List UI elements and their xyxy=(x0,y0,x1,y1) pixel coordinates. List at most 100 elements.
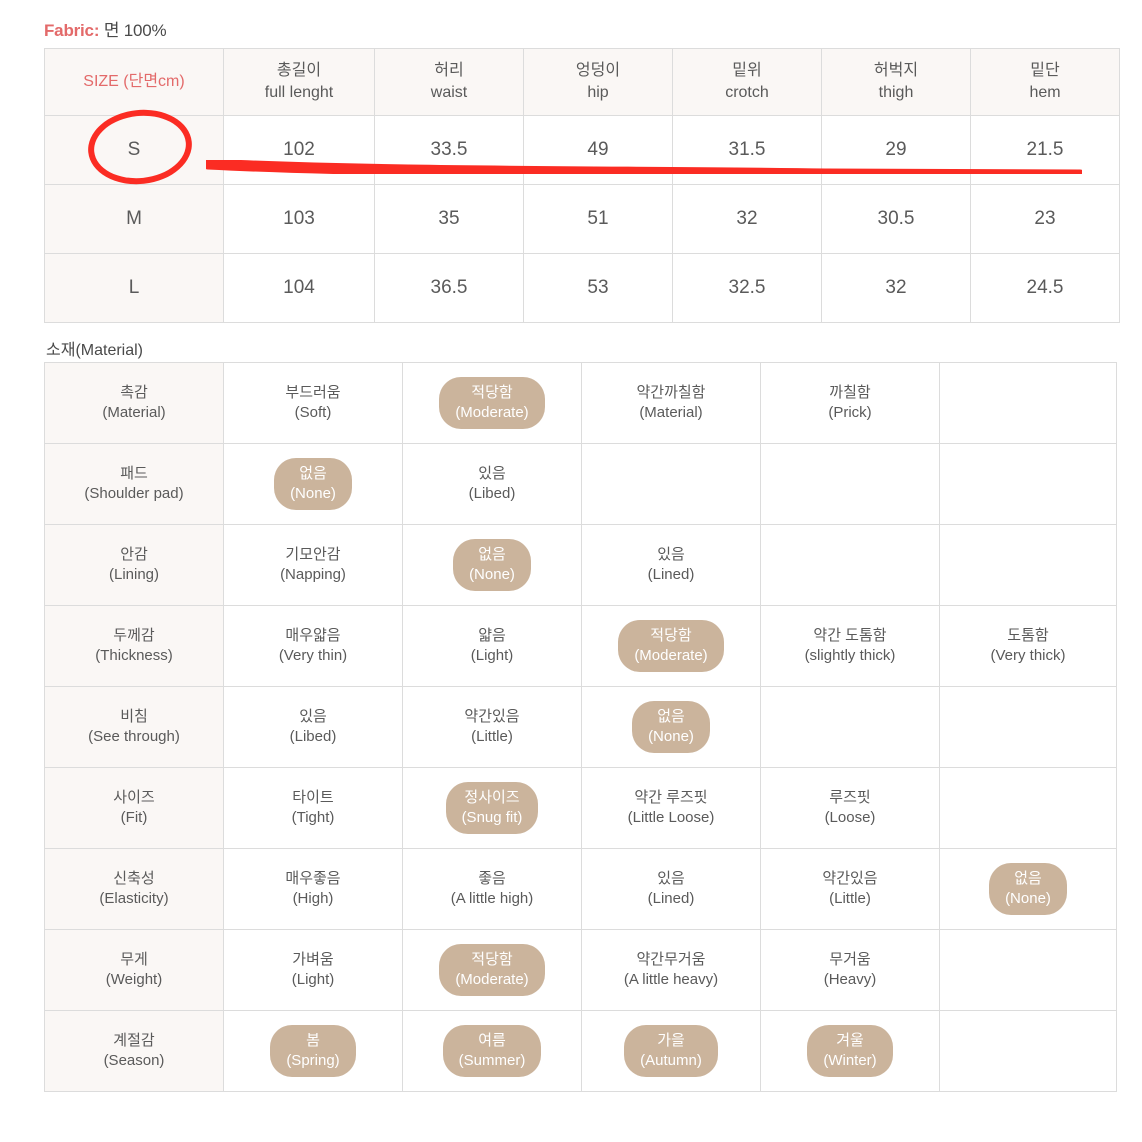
material-option-cell[interactable]: 없음 (None) xyxy=(581,686,761,768)
size-table-head: SIZE (단면cm) 총길이 full lenght 허리 waist 엉덩이… xyxy=(44,48,1120,116)
material-option-selected[interactable]: 없음 (None) xyxy=(989,863,1067,915)
material-option-selected[interactable]: 겨울 (Winter) xyxy=(807,1025,893,1077)
material-option[interactable]: 약간까칠함 (Material) xyxy=(620,377,721,429)
material-option-cell[interactable]: 없음 (None) xyxy=(939,848,1117,930)
material-option-en: (Little) xyxy=(829,890,871,907)
material-option-cell[interactable] xyxy=(939,767,1117,849)
material-option-selected[interactable]: 적당함 (Moderate) xyxy=(439,377,545,429)
material-option-cell[interactable]: 없음 (None) xyxy=(402,524,582,606)
size-header-crotch-kr: 밑위 xyxy=(732,62,762,80)
material-option-cell[interactable]: 약간있음 (Little) xyxy=(760,848,940,930)
material-option[interactable]: 무거움 (Heavy) xyxy=(808,944,893,996)
material-option-cell[interactable] xyxy=(939,524,1117,606)
material-option[interactable]: 있음 (Lined) xyxy=(632,539,711,591)
size-s-full-length: 102 xyxy=(223,115,375,185)
material-option-cell[interactable]: 있음 (Lined) xyxy=(581,524,761,606)
material-table-body: 촉감 (Material) 부드러움 (Soft) 적당함 (Moderate) 약간까칠함… xyxy=(44,362,1117,1092)
material-option[interactable]: 약간무거움 (A little heavy) xyxy=(608,944,734,996)
material-option-cell[interactable] xyxy=(760,686,940,768)
material-option-cell[interactable]: 타이트 (Tight) xyxy=(223,767,403,849)
material-option[interactable]: 도톰함 (Very thick) xyxy=(974,620,1081,672)
material-option[interactable]: 매우얇음 (Very thin) xyxy=(263,620,363,672)
material-option[interactable]: 타이트 (Tight) xyxy=(276,782,351,834)
material-option-cell[interactable]: 겨울 (Winter) xyxy=(760,1010,940,1092)
material-option-selected[interactable]: 없음 (None) xyxy=(453,539,531,591)
material-option-cell[interactable] xyxy=(939,443,1117,525)
material-option[interactable]: 기모안감 (Napping) xyxy=(264,539,362,591)
material-option[interactable]: 얇음 (Light) xyxy=(455,620,530,672)
material-option-cell[interactable]: 도톰함 (Very thick) xyxy=(939,605,1117,687)
material-option-selected[interactable]: 적당함 (Moderate) xyxy=(439,944,545,996)
material-option-selected[interactable]: 가을 (Autumn) xyxy=(624,1025,718,1077)
material-option-cell[interactable]: 가을 (Autumn) xyxy=(581,1010,761,1092)
material-option[interactable]: 있음 (Libed) xyxy=(274,701,353,753)
material-option-selected[interactable]: 정사이즈 (Snug fit) xyxy=(445,782,539,834)
material-option-selected[interactable]: 적당함 (Moderate) xyxy=(618,620,724,672)
size-row-label-m: M xyxy=(44,184,224,254)
material-row-label: 무게 (Weight) xyxy=(44,929,224,1011)
material-option-cell[interactable]: 까칠함 (Prick) xyxy=(760,362,940,444)
material-option-selected[interactable]: 봄 (Spring) xyxy=(270,1025,356,1077)
material-option-cell[interactable]: 있음 (Lined) xyxy=(581,848,761,930)
material-option-kr: 약간 루즈핏 xyxy=(634,789,708,807)
material-option[interactable]: 루즈핏 (Loose) xyxy=(809,782,892,834)
material-option-cell[interactable] xyxy=(939,929,1117,1011)
material-option[interactable]: 매우좋음 (High) xyxy=(269,863,356,915)
material-option-cell[interactable] xyxy=(760,524,940,606)
material-heading: 소재(Material) xyxy=(46,342,144,359)
material-option[interactable]: 좋음 (A little high) xyxy=(435,863,550,915)
material-option-selected[interactable]: 여름 (Summer) xyxy=(442,1025,542,1077)
material-row-label-text: 촉감 (Material) xyxy=(86,377,181,429)
material-option[interactable]: 약간 루즈핏 (Little Loose) xyxy=(612,782,731,834)
material-option[interactable]: 약간있음 (Little) xyxy=(448,701,535,753)
material-option-cell[interactable] xyxy=(760,443,940,525)
material-option-cell[interactable]: 가벼움 (Light) xyxy=(223,929,403,1011)
material-option-cell[interactable] xyxy=(939,686,1117,768)
table-row: L 104 36.5 53 32.5 32 24.5 xyxy=(44,253,1120,323)
material-option-selected[interactable]: 없음 (None) xyxy=(274,458,352,510)
material-option-cell[interactable]: 무거움 (Heavy) xyxy=(760,929,940,1011)
material-option-cell[interactable]: 약간까칠함 (Material) xyxy=(581,362,761,444)
material-option-cell[interactable]: 없음 (None) xyxy=(223,443,403,525)
table-row: 계절감 (Season) 봄 (Spring) 여름 (Summer) 가을 (Autumn)… xyxy=(44,1010,1117,1092)
material-option-kr: 없음 xyxy=(657,708,685,726)
material-option[interactable]: 약간있음 (Little) xyxy=(806,863,893,915)
material-option-cell[interactable]: 정사이즈 (Snug fit) xyxy=(402,767,582,849)
material-option-cell[interactable]: 부드러움 (Soft) xyxy=(223,362,403,444)
material-option-cell[interactable]: 약간 도톰함 (slightly thick) xyxy=(760,605,940,687)
material-option-cell[interactable]: 기모안감 (Napping) xyxy=(223,524,403,606)
size-header-thigh: 허벅지 thigh xyxy=(821,48,971,116)
material-option-kr: 있음 xyxy=(478,465,506,483)
size-header-waist: 허리 waist xyxy=(374,48,524,116)
material-option-cell[interactable]: 매우좋음 (High) xyxy=(223,848,403,930)
material-option[interactable]: 까칠함 (Prick) xyxy=(812,377,887,429)
material-option[interactable]: 부드러움 (Soft) xyxy=(269,377,356,429)
material-option-cell[interactable]: 적당함 (Moderate) xyxy=(581,605,761,687)
table-row: 패드 (Shoulder pad) 없음 (None) 있음 (Libed) xyxy=(44,443,1117,525)
material-option-cell[interactable]: 있음 (Libed) xyxy=(223,686,403,768)
material-option-cell[interactable]: 매우얇음 (Very thin) xyxy=(223,605,403,687)
material-option[interactable]: 가벼움 (Light) xyxy=(276,944,351,996)
material-option-cell[interactable]: 적당함 (Moderate) xyxy=(402,362,582,444)
material-option-selected[interactable]: 없음 (None) xyxy=(632,701,710,753)
material-option-cell[interactable]: 있음 (Libed) xyxy=(402,443,582,525)
material-option-cell[interactable]: 여름 (Summer) xyxy=(402,1010,582,1092)
material-option-en: (None) xyxy=(290,485,336,502)
material-option-cell[interactable]: 약간있음 (Little) xyxy=(402,686,582,768)
material-option-cell[interactable] xyxy=(939,362,1117,444)
material-option-cell[interactable]: 봄 (Spring) xyxy=(223,1010,403,1092)
size-m-crotch: 32 xyxy=(672,184,822,254)
material-option-cell[interactable]: 얇음 (Light) xyxy=(402,605,582,687)
material-option-cell[interactable] xyxy=(581,443,761,525)
material-row-label-text: 계절감 (Season) xyxy=(88,1025,181,1077)
material-option[interactable]: 있음 (Lined) xyxy=(632,863,711,915)
material-option-cell[interactable]: 적당함 (Moderate) xyxy=(402,929,582,1011)
material-option-cell[interactable]: 약간 루즈핏 (Little Loose) xyxy=(581,767,761,849)
material-option[interactable]: 있음 (Libed) xyxy=(453,458,532,510)
size-spec-page: Fabric: 면 100% SIZE (단면cm) 총길이 full leng… xyxy=(0,0,1142,1142)
material-option-cell[interactable]: 좋음 (A little high) xyxy=(402,848,582,930)
material-option-cell[interactable] xyxy=(939,1010,1117,1092)
material-option[interactable]: 약간 도톰함 (slightly thick) xyxy=(789,620,912,672)
material-option-cell[interactable]: 약간무거움 (A little heavy) xyxy=(581,929,761,1011)
material-option-cell[interactable]: 루즈핏 (Loose) xyxy=(760,767,940,849)
